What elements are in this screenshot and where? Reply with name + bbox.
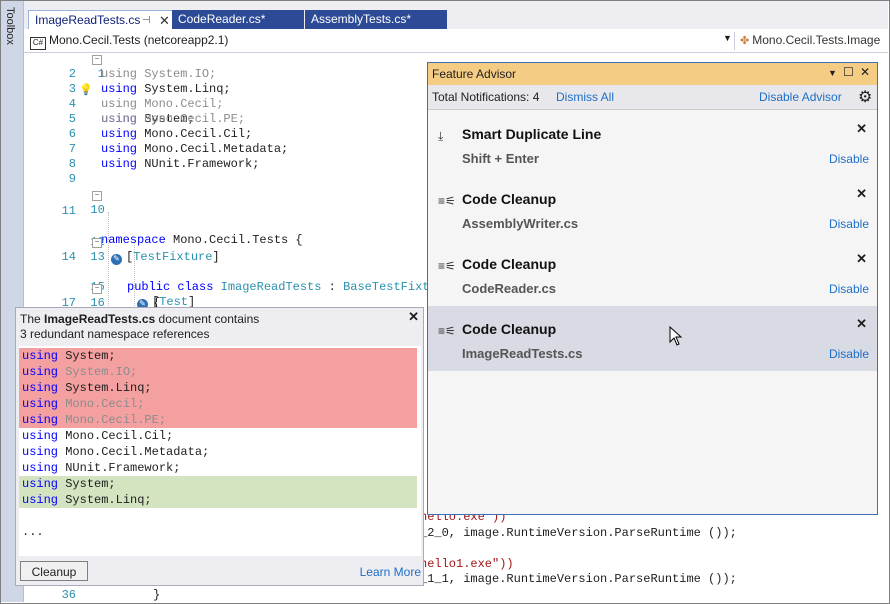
close-icon[interactable]: ✕ — [856, 251, 867, 267]
type-dropdown[interactable]: ✤ Mono.Cecil.Tests.Image — [740, 33, 880, 47]
code-line-16: 16 − public void ImageSections () — [90, 284, 355, 340]
notification-subtitle: ImageReadTests.cs — [462, 346, 583, 361]
learn-more-link[interactable]: Learn More — [360, 565, 421, 579]
collapse-icon[interactable]: − — [92, 238, 102, 248]
code-line-12: 12 ✎[TestFixture] — [24, 220, 220, 265]
mouse-cursor-icon — [669, 326, 683, 346]
close-icon[interactable]: ✕ — [408, 309, 419, 325]
popup-message: The ImageReadTests.cs document contains … — [20, 312, 260, 341]
chevron-down-icon[interactable]: ▼ — [723, 33, 732, 43]
disable-advisor-link[interactable]: Disable Advisor — [759, 90, 842, 104]
notification-subtitle: Shift + Enter — [462, 151, 539, 166]
close-icon[interactable]: ✕ — [159, 11, 170, 30]
csharp-project-icon: C# — [30, 37, 46, 50]
kept-line: using NUnit.Framework; — [22, 461, 181, 475]
duplicate-line-icon: ⤓ — [438, 129, 444, 143]
disable-link[interactable]: Disable — [829, 282, 869, 296]
navbar-divider — [734, 32, 735, 50]
tab-label: CodeReader.cs* — [178, 12, 266, 26]
codelens-icon[interactable]: ✎ — [111, 254, 122, 265]
notification-subtitle: AssemblyWriter.cs — [462, 216, 579, 231]
kept-line: using Mono.Cecil.Cil; — [22, 429, 174, 443]
tab-assemblytests[interactable]: AssemblyTests.cs* — [305, 10, 447, 29]
close-icon[interactable]: ✕ — [856, 121, 867, 137]
notification-title: Smart Duplicate Line — [462, 126, 602, 142]
feature-advisor-titlebar: Feature Advisor ▼ ☐ ✕ — [428, 63, 877, 85]
popup-filename: ImageReadTests.cs — [44, 312, 156, 326]
tab-label: ImageReadTests.cs — [35, 13, 141, 27]
collapse-icon[interactable]: − — [92, 284, 102, 294]
lightbulb-icon[interactable]: 💡 — [79, 82, 93, 97]
collapse-icon[interactable]: − — [92, 55, 102, 65]
cleanup-button[interactable]: Cleanup — [20, 561, 88, 581]
close-icon[interactable]: ✕ — [860, 65, 870, 79]
broom-icon: ≡⚟ — [438, 259, 456, 273]
disable-link[interactable]: Disable — [829, 152, 869, 166]
notification-title: Code Cleanup — [462, 321, 557, 337]
ellipsis: ... — [22, 525, 44, 539]
panel-title: Feature Advisor — [432, 67, 517, 81]
code-line-15: 15 ✎[Test] — [24, 265, 195, 310]
redundant-line: using Mono.Cecil.PE; — [19, 412, 417, 428]
redundant-line: using Mono.Cecil; — [19, 396, 417, 412]
redundant-namespaces-popup: The ImageReadTests.cs document contains … — [15, 307, 424, 586]
advisor-toolbar: Total Notifications: 4 Dismiss All Disab… — [428, 85, 877, 110]
gear-icon[interactable]: ⚙ — [858, 87, 872, 107]
tab-label: AssemblyTests.cs* — [311, 12, 412, 26]
close-icon[interactable]: ✕ — [856, 316, 867, 332]
popup-footer: Cleanup Learn More — [19, 559, 421, 584]
broom-icon: ≡⚟ — [438, 324, 456, 338]
total-notifications: Total Notifications: 4 — [432, 90, 540, 104]
notification-title: Code Cleanup — [462, 256, 557, 272]
notification-item-selected[interactable]: ≡⚟ Code Cleanup ImageReadTests.cs ✕ Disa… — [428, 306, 877, 371]
tab-imagereadtests[interactable]: ImageReadTests.cs ⊣ ✕ — [28, 10, 174, 29]
broom-icon: ≡⚟ — [438, 194, 456, 208]
redundant-line: using System.Linq; — [19, 380, 417, 396]
disable-link[interactable]: Disable — [829, 347, 869, 361]
notification-subtitle: CodeReader.cs — [462, 281, 556, 296]
notification-item[interactable]: ≡⚟ Code Cleanup AssemblyWriter.cs ✕ Disa… — [428, 176, 877, 241]
code-fragment: _1_1, image.RuntimeVersion.ParseRuntime … — [420, 572, 737, 586]
maximize-icon[interactable]: ☐ — [843, 65, 854, 79]
toolbox-label: Toolbox — [4, 7, 16, 45]
collapse-icon[interactable]: − — [92, 191, 102, 201]
document-tab-bar: ImageReadTests.cs ⊣ ✕ CodeReader.cs* Ass… — [24, 1, 888, 29]
project-name: Mono.Cecil.Tests (netcoreapp2.1) — [49, 33, 229, 47]
class-icon: ✤ — [740, 35, 750, 47]
notification-item[interactable]: ≡⚟ Code Cleanup CodeReader.cs ✕ Disable — [428, 241, 877, 306]
popup-code-preview: using System; using System.IO; using Sys… — [19, 346, 421, 556]
redundant-line: using System; — [19, 348, 417, 364]
notification-title: Code Cleanup — [462, 191, 557, 207]
notification-item[interactable]: ⤓ Smart Duplicate Line Shift + Enter ✕ D… — [428, 111, 877, 176]
project-dropdown[interactable]: C# Mono.Cecil.Tests (netcoreapp2.1) — [30, 33, 228, 50]
dismiss-all-link[interactable]: Dismiss All — [556, 90, 614, 104]
disable-link[interactable]: Disable — [829, 217, 869, 231]
chevron-down-icon[interactable]: ▼ — [828, 68, 837, 78]
added-line: using System.Linq; — [19, 492, 417, 508]
navigation-bar: C# Mono.Cecil.Tests (netcoreapp2.1) ▼ ✤ Mo… — [24, 30, 888, 53]
pin-icon[interactable]: ⊣ — [142, 11, 151, 30]
code-line-10: 10 − namespace Mono.Cecil.Tests { — [90, 191, 303, 247]
code-fragment: _2_0, image.RuntimeVersion.ParseRuntime … — [420, 526, 737, 540]
code-line-13: 13 − public class ImageReadTests : BaseT… — [90, 238, 466, 294]
feature-advisor-panel: Feature Advisor ▼ ☐ ✕ Total Notification… — [427, 62, 878, 515]
kept-line: using Mono.Cecil.Metadata; — [22, 445, 210, 459]
tab-codereader[interactable]: CodeReader.cs* — [172, 10, 304, 29]
close-icon[interactable]: ✕ — [856, 186, 867, 202]
added-line: using System; — [19, 476, 417, 492]
type-name: Mono.Cecil.Tests.Image — [752, 33, 881, 47]
code-fragment: hello1.exe")) — [420, 557, 514, 571]
redundant-line: using System.IO; — [19, 364, 417, 380]
